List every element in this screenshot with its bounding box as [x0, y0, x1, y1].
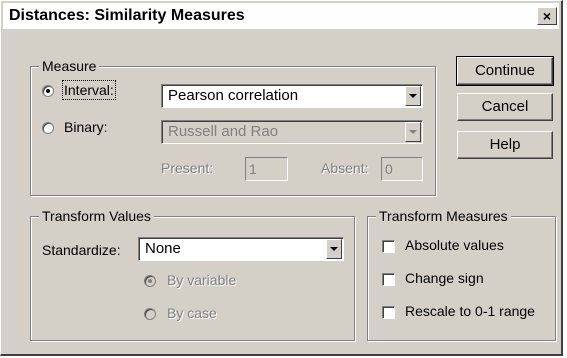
standardize-label: Standardize:: [42, 242, 121, 258]
continue-button[interactable]: Continue: [456, 56, 554, 86]
chevron-down-icon[interactable]: [405, 86, 421, 106]
similarity-measures-dialog: Distances: Similarity Measures × Measure…: [0, 0, 563, 356]
transform-measures-legend: Transform Measures: [376, 207, 511, 225]
interval-label[interactable]: Interval:: [62, 80, 116, 100]
chevron-down-icon[interactable]: [326, 239, 342, 259]
by-case-radio[interactable]: [144, 308, 156, 320]
help-button[interactable]: Help: [457, 131, 553, 159]
binary-measure-dropdown[interactable]: Russell and Rao: [161, 120, 423, 144]
binary-radio[interactable]: [42, 122, 54, 134]
by-case-label[interactable]: By case: [167, 305, 217, 321]
title-bar: Distances: Similarity Measures ×: [3, 3, 559, 29]
absent-input[interactable]: 0: [381, 157, 423, 181]
binary-label[interactable]: Binary:: [64, 119, 108, 135]
absolute-values-label[interactable]: Absolute values: [405, 237, 504, 253]
present-input[interactable]: 1: [245, 157, 288, 181]
present-value: 1: [249, 161, 257, 177]
standardize-dropdown[interactable]: None: [138, 237, 344, 261]
interval-measure-dropdown[interactable]: Pearson correlation: [161, 84, 423, 108]
dialog-title: Distances: Similarity Measures: [9, 7, 245, 24]
interval-radio[interactable]: [42, 85, 54, 97]
interval-measure-value: Pearson correlation: [168, 87, 299, 104]
absent-label: Absent:: [321, 160, 369, 176]
binary-measure-value: Russell and Rao: [168, 123, 279, 140]
absent-value: 0: [385, 161, 393, 177]
cancel-button[interactable]: Cancel: [457, 93, 553, 121]
rescale-checkbox[interactable]: [382, 306, 395, 319]
absolute-values-checkbox[interactable]: [382, 240, 395, 253]
present-label: Present:: [161, 160, 214, 176]
measure-legend: Measure: [39, 57, 100, 75]
close-icon[interactable]: ×: [537, 7, 557, 25]
by-variable-radio[interactable]: [144, 275, 156, 287]
change-sign-label[interactable]: Change sign: [405, 270, 484, 286]
change-sign-checkbox[interactable]: [382, 273, 395, 286]
transform-values-legend: Transform Values: [39, 207, 154, 225]
rescale-label[interactable]: Rescale to 0-1 range: [405, 303, 535, 319]
chevron-down-icon[interactable]: [405, 122, 421, 142]
standardize-value: None: [145, 240, 181, 257]
by-variable-label[interactable]: By variable: [167, 272, 236, 288]
